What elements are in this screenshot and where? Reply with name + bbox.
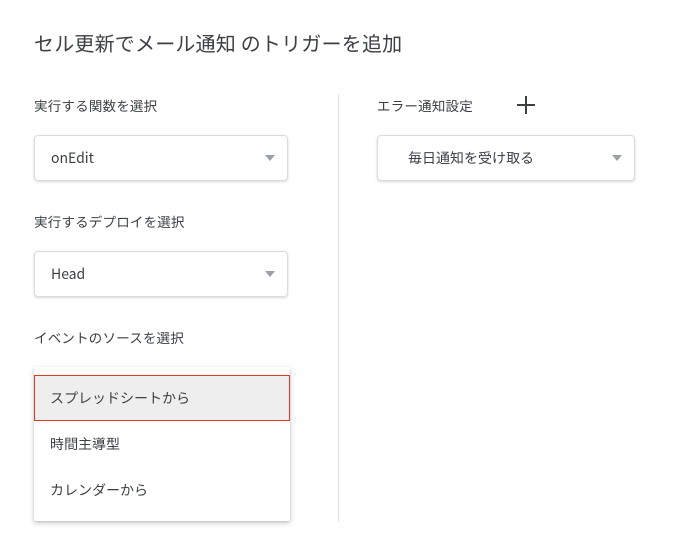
function-select[interactable]: onEdit xyxy=(34,135,288,181)
event-source-label: イベントのソースを選択 xyxy=(34,327,300,347)
error-notify-label: エラー通知設定 xyxy=(377,95,473,115)
dropdown-item-label: 時間主導型 xyxy=(50,434,120,454)
dropdown-item-time-driven[interactable]: 時間主導型 xyxy=(34,421,290,467)
chevron-down-icon xyxy=(265,155,275,161)
dropdown-item-calendar[interactable]: カレンダーから xyxy=(34,467,290,513)
deploy-select-value: Head xyxy=(51,264,85,284)
dropdown-item-spreadsheet[interactable]: スプレッドシートから xyxy=(34,375,290,421)
function-label: 実行する関数を選択 xyxy=(34,95,300,115)
event-source-dropdown: スプレッドシートから 時間主導型 カレンダーから xyxy=(34,367,290,521)
dropdown-item-label: カレンダーから xyxy=(50,480,148,500)
error-notify-value: 毎日通知を受け取る xyxy=(394,148,534,168)
right-column: エラー通知設定 毎日通知を受け取る xyxy=(338,95,659,521)
event-source-group: イベントのソースを選択 スプレッドシートから 時間主導型 カレンダーから xyxy=(34,327,300,521)
deploy-label: 実行するデプロイを選択 xyxy=(34,211,300,231)
chevron-down-icon xyxy=(612,155,622,161)
dropdown-item-label: スプレッドシートから xyxy=(50,388,190,408)
deploy-select[interactable]: Head xyxy=(34,251,288,297)
page-title: セル更新でメール通知 のトリガーを追加 xyxy=(34,28,659,57)
left-column: 実行する関数を選択 onEdit 実行するデプロイを選択 Head xyxy=(34,95,338,521)
function-group: 実行する関数を選択 onEdit xyxy=(34,95,300,181)
plus-icon[interactable] xyxy=(517,96,535,114)
function-select-value: onEdit xyxy=(51,148,94,168)
deploy-group: 実行するデプロイを選択 Head xyxy=(34,211,300,297)
chevron-down-icon xyxy=(265,271,275,277)
error-notify-select[interactable]: 毎日通知を受け取る xyxy=(377,135,635,181)
